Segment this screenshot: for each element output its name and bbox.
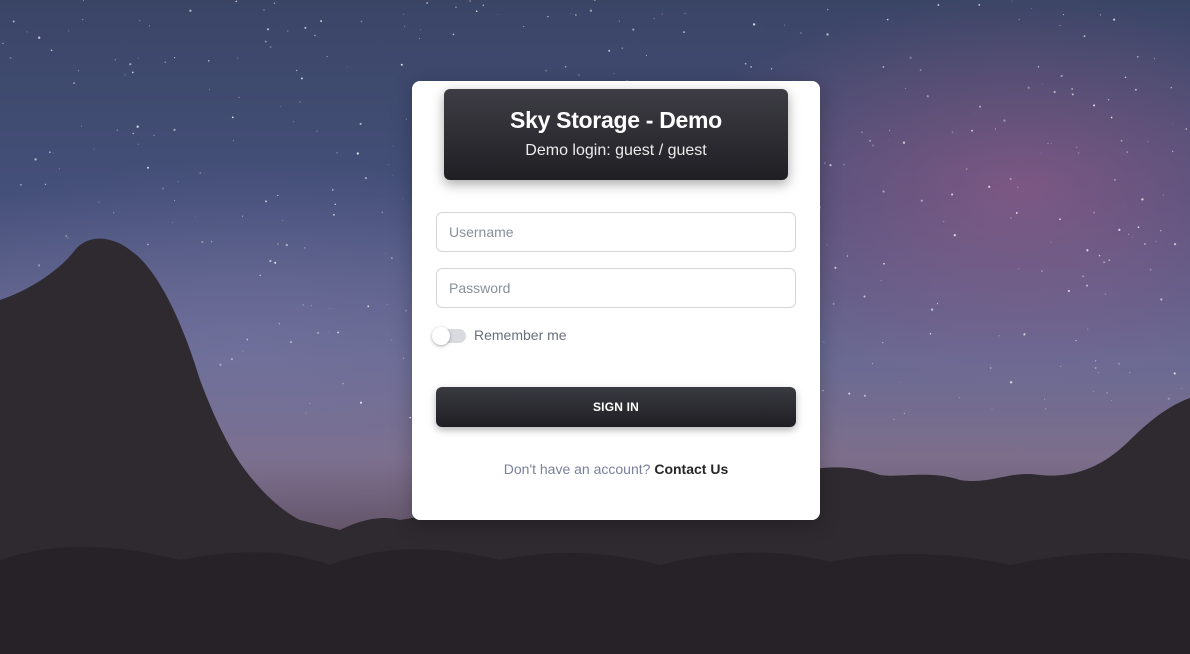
card-header: Sky Storage - Demo Demo login: guest / g…	[444, 89, 788, 180]
login-card: Sky Storage - Demo Demo login: guest / g…	[412, 81, 820, 520]
password-input[interactable]	[437, 269, 795, 307]
signup-prompt: Don't have an account? Contact Us	[412, 461, 820, 477]
toggle-knob	[432, 327, 450, 345]
password-field-container	[436, 268, 796, 308]
username-input[interactable]	[437, 213, 795, 251]
demo-login-hint: Demo login: guest / guest	[525, 142, 707, 159]
contact-us-link[interactable]: Contact Us	[654, 461, 728, 477]
page-title: Sky Storage - Demo	[510, 107, 722, 133]
remember-me-label[interactable]: Remember me	[474, 327, 567, 343]
sign-in-button[interactable]: SIGN IN	[436, 387, 796, 427]
signup-prompt-text: Don't have an account?	[503, 461, 655, 477]
remember-me-toggle[interactable]	[432, 327, 466, 345]
username-field-container	[436, 212, 796, 252]
